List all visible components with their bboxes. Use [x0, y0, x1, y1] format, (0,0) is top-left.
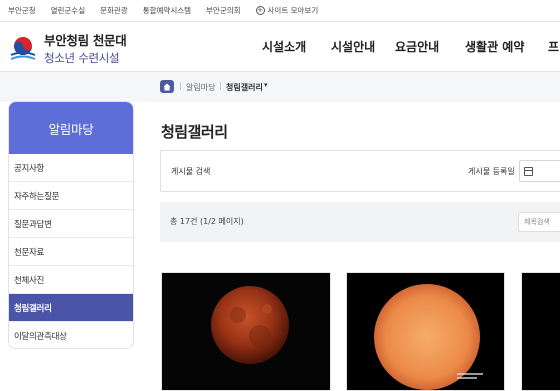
- topbar-link-county-council[interactable]: 부안군의회: [206, 5, 241, 16]
- topbar-link-culture-tourism[interactable]: 문화관광: [100, 5, 128, 16]
- nav-facility-intro[interactable]: 시설소개: [262, 38, 306, 55]
- search-panel: 게시물 검색 게시물 등록일: [160, 150, 560, 192]
- sun-photo: [347, 273, 504, 390]
- breadcrumb-separator: |: [179, 81, 182, 90]
- breadcrumb-bar: [0, 72, 560, 102]
- sidebar-item-celestial-photos[interactable]: 천체사진: [9, 266, 133, 294]
- nav-facility-guide[interactable]: 시설안내: [331, 38, 375, 55]
- sidebar-item-monthly-target[interactable]: 이달의관측대상: [9, 322, 133, 348]
- result-count: 총 17건 (1/2 페이지): [170, 217, 244, 226]
- nav-dormitory-reservation[interactable]: 생활관 예약: [465, 38, 524, 55]
- third-photo: [522, 273, 560, 390]
- logo-subtitle: 청소년 수련시설: [44, 51, 120, 65]
- side-navigation: 알림마당 공지사항 자주하는질문 질문과답변 천문자료 천체사진 청림갤러리 이…: [8, 101, 134, 349]
- sidebar-item-notice[interactable]: 공지사항: [9, 154, 133, 182]
- search-label: 게시물 검색: [171, 167, 211, 176]
- logo-title: 부안청림 천문대: [44, 33, 127, 48]
- topbar-link-mayor-office[interactable]: 열린군수실: [51, 5, 86, 16]
- site-logo[interactable]: 부안청림 천문대 청소년 수련시설: [8, 30, 127, 66]
- breadcrumb-item-gallery[interactable]: 청림갤러리: [226, 82, 263, 93]
- nav-program[interactable]: 프: [548, 38, 559, 55]
- top-utility-bar: 부안군청 열린군수실 문화관광 통합예약시스템 부안군의회 + 사이트 모아보기: [0, 0, 560, 22]
- caret-down-icon[interactable]: ▾: [264, 81, 268, 89]
- gallery-item-sun[interactable]: [346, 272, 505, 391]
- site-header: 부안청림 천문대 청소년 수련시설 시설소개 시설안내 요금안내 생활관 예약 …: [0, 22, 560, 72]
- topbar-link-reservation-system[interactable]: 통합예약시스템: [143, 5, 191, 16]
- side-navigation-title: 알림마당: [9, 102, 133, 154]
- breadcrumb-item-notice[interactable]: 알림마당: [186, 82, 215, 93]
- gallery-item-third[interactable]: [521, 272, 560, 391]
- sidebar-item-gallery[interactable]: 청림갤러리: [9, 294, 133, 322]
- site-map-label: 사이트 모아보기: [267, 6, 319, 15]
- sidebar-item-astronomy-data[interactable]: 천문자료: [9, 238, 133, 266]
- sidebar-item-qna[interactable]: 질문과답변: [9, 210, 133, 238]
- breadcrumb-separator: |: [219, 81, 222, 90]
- site-map-link[interactable]: + 사이트 모아보기: [255, 5, 319, 16]
- topbar-link-buan-county[interactable]: 부안군청: [8, 5, 36, 16]
- date-input[interactable]: [519, 160, 560, 182]
- gallery-item-lunar-eclipse[interactable]: [161, 272, 331, 391]
- lunar-eclipse-photo: [162, 273, 330, 390]
- result-count-bar: 총 17건 (1/2 페이지) 제목검색: [160, 202, 560, 242]
- nav-fee-guide[interactable]: 요금안내: [395, 38, 439, 55]
- taegeuk-logo: [8, 33, 38, 63]
- calendar-icon: [524, 166, 533, 176]
- date-filter-label: 게시물 등록일: [468, 167, 515, 176]
- search-field-select[interactable]: 제목검색: [518, 212, 560, 232]
- plus-circle-icon: +: [255, 6, 265, 15]
- sidebar-item-faq[interactable]: 자주하는질문: [9, 182, 133, 210]
- page-title: 청림갤러리: [161, 123, 228, 141]
- home-icon[interactable]: [160, 80, 174, 93]
